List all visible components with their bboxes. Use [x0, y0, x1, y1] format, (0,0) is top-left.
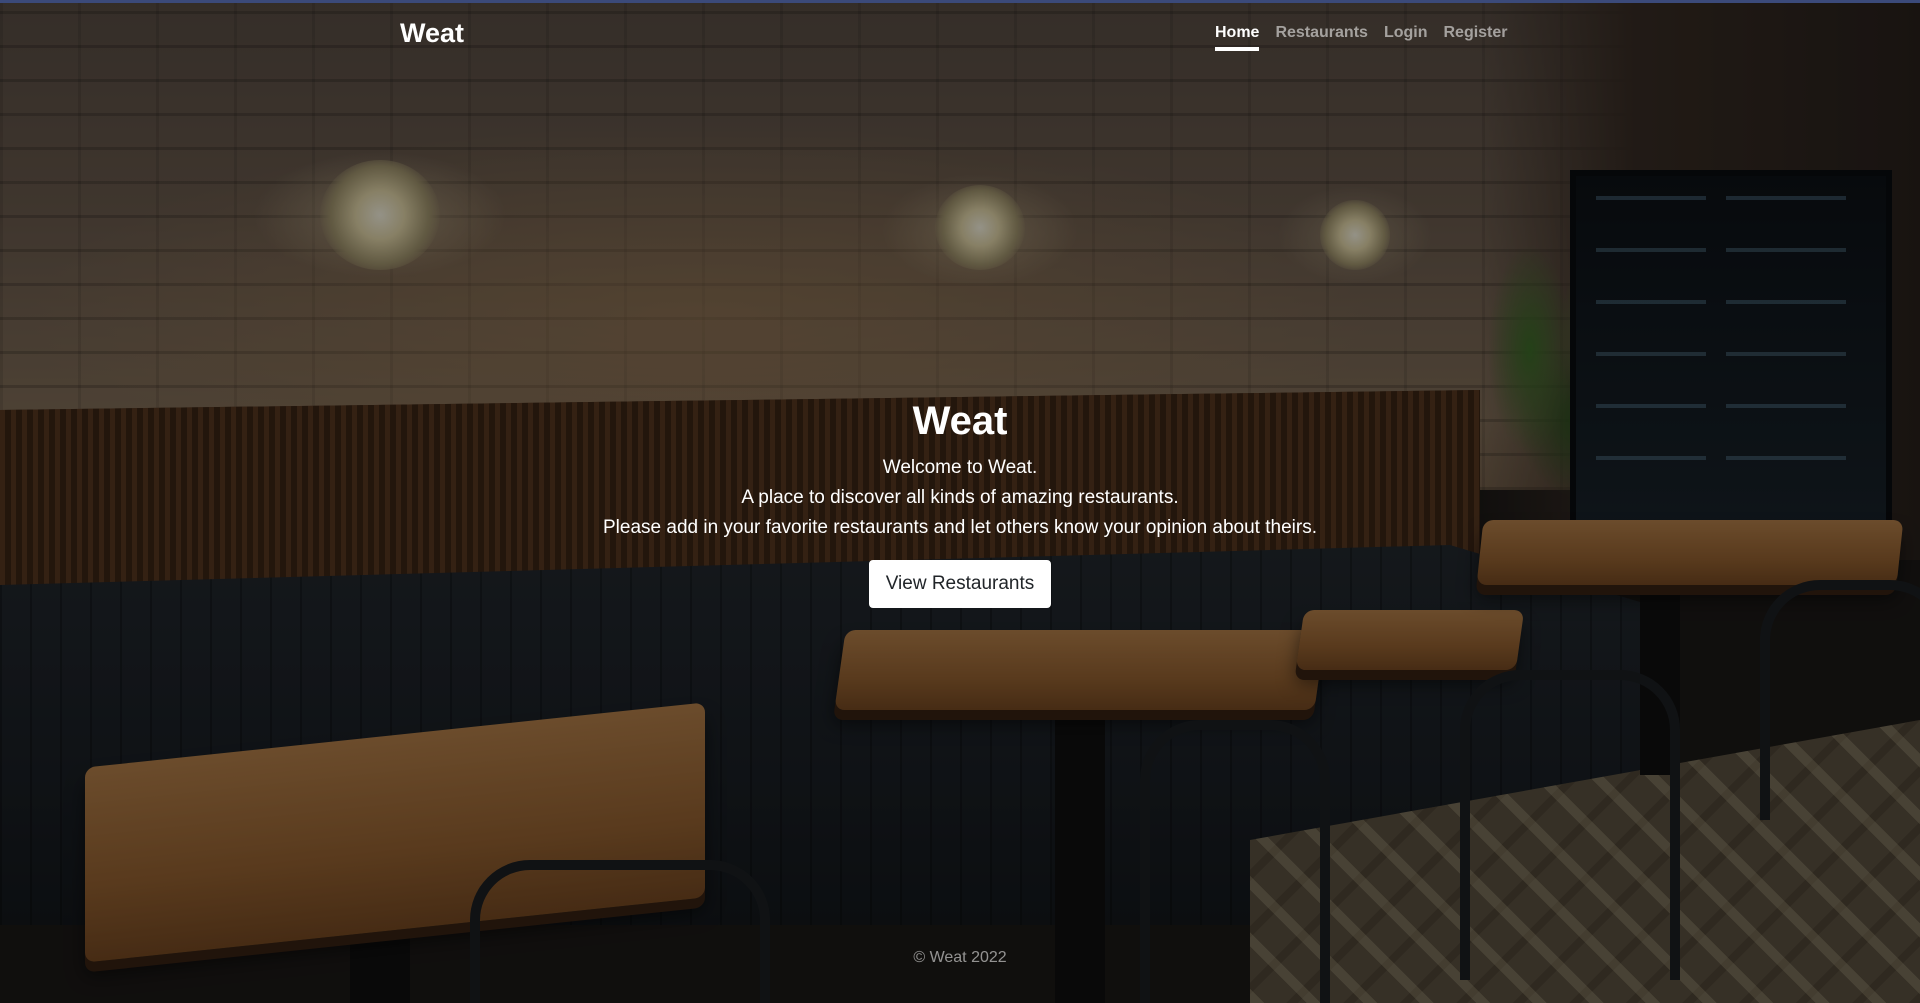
- hero-section: Weat Welcome to Weat. A place to discove…: [0, 395, 1920, 608]
- nav-link-restaurants[interactable]: Restaurants: [1275, 24, 1367, 51]
- main-nav: Home Restaurants Login Register: [1215, 24, 1508, 51]
- nav-link-home[interactable]: Home: [1215, 24, 1260, 51]
- nav-link-login[interactable]: Login: [1384, 24, 1428, 51]
- hero-title: Weat: [912, 399, 1008, 443]
- navbar: Weat Home Restaurants Login Register: [0, 0, 1920, 70]
- footer-copyright: © Weat 2022: [913, 949, 1007, 966]
- hero-invite-text: Please add in your favorite restaurants …: [603, 517, 1317, 538]
- hero-welcome-text: Welcome to Weat.: [882, 457, 1038, 478]
- brand-logo[interactable]: Weat: [400, 18, 464, 49]
- view-restaurants-button[interactable]: View Restaurants: [868, 560, 1052, 608]
- nav-link-register[interactable]: Register: [1443, 24, 1507, 51]
- hero-description-text: A place to discover all kinds of amazing…: [741, 487, 1179, 508]
